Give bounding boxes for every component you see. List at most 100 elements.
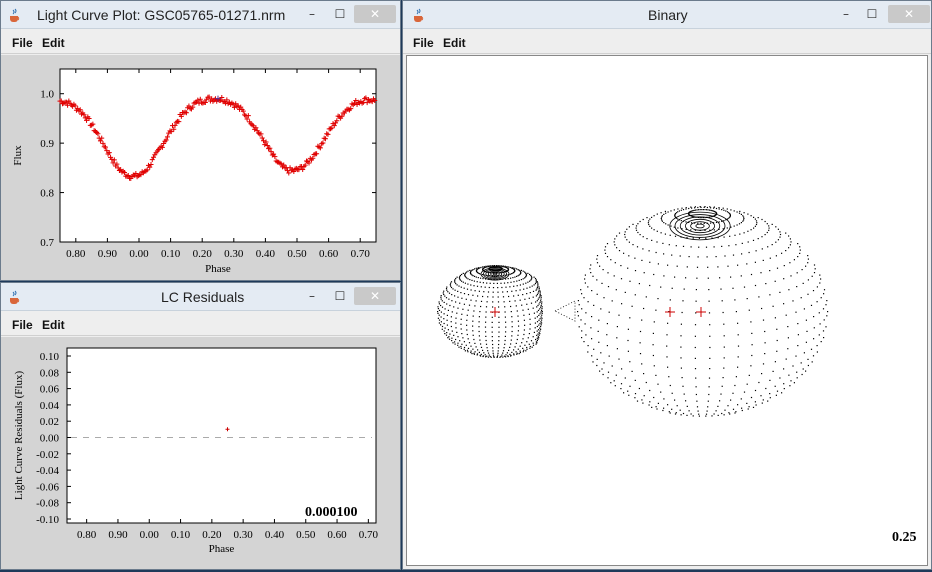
surface-dot (823, 319, 825, 321)
surface-dot (743, 391, 746, 393)
surface-dot (467, 270, 469, 272)
surface-dot (646, 238, 648, 240)
surface-dot (648, 220, 650, 222)
surface-dot (739, 210, 741, 212)
surface-dot (441, 300, 443, 302)
surface-dot (517, 275, 519, 277)
menu-file[interactable]: File (12, 318, 33, 332)
x-tick-label: 0.60 (327, 529, 347, 541)
surface-dot (536, 316, 538, 318)
x-tick-label: 0.20 (202, 529, 222, 541)
surface-dot (627, 339, 629, 342)
surface-dot (685, 277, 687, 279)
surface-dot (517, 334, 519, 336)
surface-dot (540, 311, 542, 313)
surface-dot (779, 231, 781, 233)
surface-dot (456, 312, 458, 314)
surface-dot (651, 406, 653, 408)
surface-dot (776, 339, 778, 342)
surface-dot (467, 351, 469, 353)
surface-dot (768, 227, 770, 229)
surface-dot (807, 258, 809, 260)
maximize-button[interactable]: ☐ (333, 287, 347, 305)
surface-dot (742, 215, 744, 217)
surface-dot (629, 280, 631, 282)
binary-titlebar[interactable]: Binary – ☐ ✕ (403, 1, 931, 29)
surface-dot (441, 306, 444, 308)
residuals-titlebar[interactable]: LC Residuals – ☐ ✕ (1, 283, 400, 311)
menu-edit[interactable]: Edit (42, 36, 65, 50)
surface-dot (515, 342, 517, 344)
surface-dot (506, 291, 508, 293)
surface-dot (541, 301, 543, 303)
surface-dot (663, 253, 665, 255)
surface-dot (750, 365, 752, 367)
surface-dot (467, 338, 469, 340)
surface-dot (498, 326, 500, 328)
x-tick-label: 0.30 (224, 248, 244, 260)
surface-dot (530, 279, 532, 281)
surface-dot (541, 314, 543, 316)
surface-dot (467, 309, 469, 311)
close-button[interactable]: ✕ (354, 287, 396, 305)
surface-dot (517, 294, 519, 296)
surface-dot (743, 286, 746, 288)
minimize-button[interactable]: – (839, 5, 853, 23)
maximize-button[interactable]: ☐ (865, 5, 879, 23)
surface-dot (795, 311, 797, 313)
minimize-button[interactable]: – (305, 5, 319, 23)
menu-file[interactable]: File (413, 36, 434, 50)
lightcurve-titlebar[interactable]: Light Curve Plot: GSC05765-01271.nrm – ☐… (1, 1, 400, 29)
surface-dot (827, 311, 829, 313)
surface-dot (524, 344, 526, 346)
close-button[interactable]: ✕ (888, 5, 930, 23)
surface-dot (525, 273, 527, 275)
menu-file[interactable]: File (12, 36, 33, 50)
pole-ring (690, 221, 710, 231)
surface-dot (470, 351, 472, 354)
surface-dot (723, 323, 725, 325)
surface-dot (611, 300, 613, 302)
surface-dot (669, 299, 671, 301)
surface-dot (692, 237, 694, 239)
surface-dot (447, 309, 449, 311)
maximize-button[interactable]: ☐ (333, 5, 347, 23)
surface-dot (538, 319, 540, 321)
surface-dot (757, 238, 759, 240)
menu-edit[interactable]: Edit (443, 36, 466, 50)
surface-dot (523, 329, 525, 331)
surface-dot (527, 272, 529, 274)
surface-dot (526, 303, 528, 305)
surface-dot (602, 373, 604, 376)
surface-dot (470, 345, 472, 347)
minimize-button[interactable]: – (305, 287, 319, 305)
surface-dot (615, 374, 617, 376)
surface-dot (603, 297, 605, 299)
surface-dot (463, 287, 465, 289)
surface-dot (717, 405, 719, 407)
surface-dot (616, 348, 618, 350)
surface-dot (666, 345, 668, 347)
surface-dot (464, 282, 466, 284)
surface-dot (788, 247, 790, 249)
surface-dot (801, 269, 803, 271)
surface-dot (792, 365, 794, 367)
surface-dot (685, 207, 687, 209)
menu-edit[interactable]: Edit (42, 318, 65, 332)
close-button[interactable]: ✕ (354, 5, 396, 23)
surface-dot (735, 311, 737, 313)
surface-dot (681, 207, 683, 209)
surface-dot (750, 215, 752, 217)
surface-dot (733, 210, 735, 212)
surface-dot (520, 279, 522, 281)
surface-dot (463, 303, 465, 305)
surface-dot (813, 316, 815, 318)
surface-dot (694, 324, 697, 326)
surface-dot (779, 236, 781, 238)
surface-dot (541, 312, 543, 314)
surface-dot (497, 291, 499, 293)
surface-dot (737, 345, 740, 347)
surface-dot (779, 291, 781, 293)
surface-dot (511, 267, 513, 269)
surface-dot (487, 296, 489, 298)
